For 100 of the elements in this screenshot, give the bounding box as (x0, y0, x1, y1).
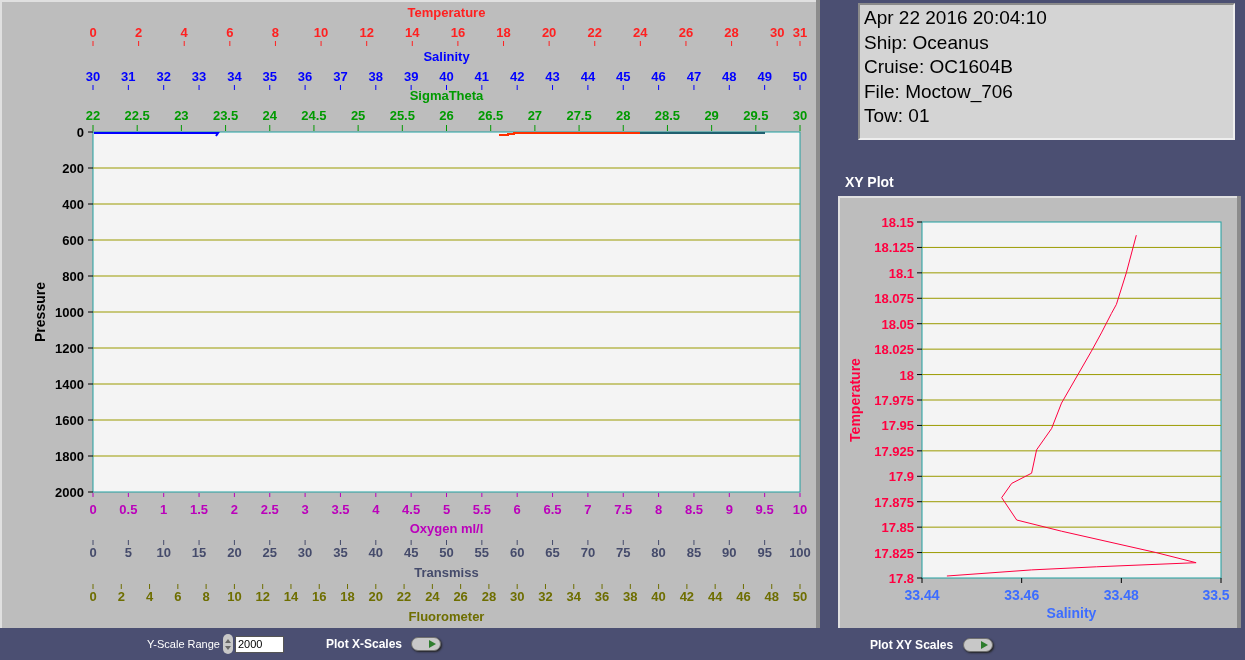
axis-tick-label: 1800 (55, 449, 84, 464)
axis-tick-label: 1400 (55, 377, 84, 392)
triangle-icon (429, 640, 436, 648)
axis-tick-label: 3.5 (331, 502, 350, 517)
axis-tick-label: 95 (757, 545, 772, 560)
axis-tick-label: 46 (651, 69, 666, 84)
axis-tick-label: 26 (453, 589, 468, 604)
info-line: Cruise: OC1604B (864, 55, 1014, 79)
axis-tick-label: 22.5 (124, 108, 150, 123)
axis-tick-label: 35 (333, 545, 348, 560)
axis-tick-label: 28 (724, 25, 739, 40)
axis-tick-label: 0.5 (119, 502, 138, 517)
axis-tick-label: 12 (255, 589, 270, 604)
axis-tick-label: 17.875 (874, 494, 914, 510)
axis-tick-label: 5 (124, 545, 132, 560)
axis-tick-label: 18.05 (881, 316, 914, 332)
axis-tick-label: 20 (368, 589, 384, 604)
axis-tick-label: 33.5 (1202, 587, 1230, 603)
axis-tick-label: 40 (368, 545, 384, 560)
axis-tick-label: 48 (764, 589, 779, 604)
y-scale-range-field[interactable]: 2000 (235, 635, 284, 653)
axis-tick-label: 26 (439, 108, 454, 123)
axis-tick-label: 18 (496, 25, 511, 40)
axis-tick-label: 16 (312, 589, 327, 604)
axis-tick-label: 37 (333, 69, 348, 84)
axis-tick-label: 35 (262, 69, 277, 84)
axis-tick-label: 7.5 (614, 502, 633, 517)
axis-tick-label: 28.5 (654, 108, 681, 123)
toggle-button[interactable] (411, 637, 441, 651)
control-label: Plot XY Scales (870, 637, 954, 654)
axis-tick-label: 50 (792, 589, 808, 604)
axis-tick-label: 29 (704, 108, 719, 123)
info-line: Ship: Oceanus (864, 30, 990, 55)
axis-tick-label: 0 (89, 502, 97, 517)
axis-tick-label: 18 (899, 367, 914, 383)
axis-tick-label: 17.925 (874, 443, 914, 459)
info-line: Tow: 01 (864, 104, 931, 128)
triangle-icon (981, 641, 989, 649)
axis-tick-label: 24 (633, 25, 648, 40)
axis-title: Salinity (423, 49, 470, 64)
axis-tick-label: 1 (160, 502, 168, 517)
axis-tick-label: 1000 (55, 305, 84, 320)
axis-title: Transmiss (414, 565, 479, 580)
axis-tick-label: 33 (191, 69, 207, 84)
axis-tick-label: 17.85 (881, 520, 914, 536)
panel-title: XY Plot (845, 173, 895, 192)
axis-tick-label: 8.5 (684, 502, 703, 517)
axis-tick-label: 26.5 (478, 108, 504, 123)
axis-tick-label: 31 (792, 25, 808, 40)
axis-tick-label: 0 (89, 25, 97, 40)
axis-title: Temperature (847, 358, 863, 442)
axis-title: Pressure (32, 282, 48, 342)
axis-tick-label: 9 (725, 502, 733, 517)
axis-tick-label: 14 (405, 25, 420, 40)
axis-tick-label: 5.5 (472, 502, 491, 517)
axis-tick-label: 45 (616, 69, 631, 84)
axis-tick-label: 30 (769, 25, 785, 40)
axis-tick-label: 22 (85, 108, 101, 123)
control-label: Plot X-Scales (326, 636, 402, 653)
axis-tick-label: 2.5 (260, 502, 279, 517)
axis-tick-label: 4 (372, 502, 380, 517)
axis-title: SigmaTheta (409, 88, 484, 103)
axis-tick-label: 8 (271, 25, 280, 40)
up-arrow-icon (225, 638, 231, 643)
axis-tick-label: 20 (541, 25, 557, 40)
axis-tick-label: 39 (403, 69, 419, 84)
axis-tick-label: 10 (156, 545, 171, 560)
axis-tick-label: 17.9 (888, 469, 914, 485)
axis-tick-label: 15 (191, 545, 207, 560)
axis-tick-label: 48 (722, 69, 737, 84)
axis-tick-label: 43 (545, 69, 560, 84)
axis-tick-label: 28 (481, 589, 497, 604)
axis-tick-label: 50 (792, 69, 808, 84)
axis-tick-label: 14 (283, 589, 299, 604)
axis-tick-label: 85 (686, 545, 702, 560)
axis-tick-label: 38 (623, 589, 638, 604)
axis-tick-label: 17.975 (874, 393, 914, 408)
spinner-button[interactable] (223, 634, 233, 654)
axis-tick-label: 49 (757, 69, 772, 84)
toggle-button[interactable] (963, 638, 994, 652)
axis-tick-label: 65 (545, 545, 560, 560)
axis-tick-label: 0 (76, 125, 84, 140)
axis-tick-label: 45 (403, 545, 419, 560)
axis-tick-label: 10 (227, 589, 242, 604)
axis-tick-label: 4 (145, 589, 154, 604)
axis-tick-label: 30 (297, 545, 313, 560)
axis-tick-label: 2 (135, 25, 143, 40)
axis-tick-label: 36 (594, 589, 610, 604)
axis-tick-label: 27.5 (566, 108, 592, 123)
axis-tick-label: 6 (174, 589, 182, 604)
axis-tick-label: 4.5 (402, 502, 421, 517)
axis-tick-label: 18 (340, 589, 355, 604)
axis-tick-label: 400 (62, 197, 84, 212)
axis-tick-label: 33.44 (904, 587, 940, 603)
axis-tick-label: 47 (686, 69, 702, 84)
axis-tick-label: 26 (678, 25, 694, 40)
axis-tick-label: 34 (566, 589, 581, 604)
axis-tick-label: 2000 (55, 485, 84, 500)
axis-tick-label: 36 (297, 69, 313, 84)
info-line: File: Moctow_706 (864, 79, 1014, 104)
